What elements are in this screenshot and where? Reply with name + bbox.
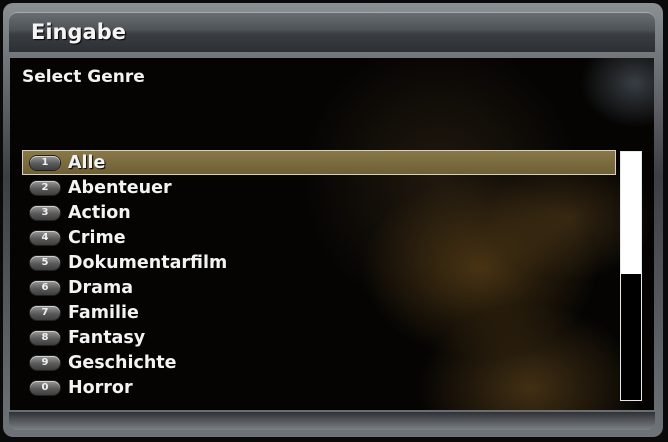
- list-item-label: Action: [68, 202, 131, 223]
- dialog-content: Select Genre 1 Alle 2 Abenteuer 3 Action 4 Crim…: [10, 58, 654, 410]
- list-item-label: Familie: [68, 302, 139, 323]
- number-key-badge: 0: [30, 380, 60, 395]
- list-item-label: Crime: [68, 227, 126, 248]
- number-key-badge: 6: [30, 280, 60, 295]
- number-key-badge: 9: [30, 355, 60, 370]
- list-item[interactable]: 7 Familie: [22, 300, 616, 325]
- list-item[interactable]: 5 Dokumentarfilm: [22, 250, 616, 275]
- input-dialog: Eingabe Select Genre 1 Alle 2 Abenteuer 3 Act…: [0, 0, 668, 442]
- list-item-label: Drama: [68, 277, 134, 298]
- scrollbar-thumb[interactable]: [621, 152, 641, 274]
- list-item[interactable]: 3 Action: [22, 200, 616, 225]
- list-item[interactable]: 8 Fantasy: [22, 325, 616, 350]
- number-key-badge: 8: [30, 330, 60, 345]
- background-image: [580, 58, 654, 128]
- list-item-label: Abenteuer: [68, 177, 172, 198]
- number-key-badge: 7: [30, 305, 60, 320]
- list-item-label: Alle: [68, 152, 106, 173]
- number-key-badge: 3: [30, 205, 60, 220]
- title-bar: Eingabe: [9, 12, 655, 52]
- list-item[interactable]: 9 Geschichte: [22, 350, 616, 375]
- list-item[interactable]: 0 Horror: [22, 375, 616, 400]
- number-key-badge: 4: [30, 230, 60, 245]
- number-key-badge: 5: [30, 255, 60, 270]
- scrollbar[interactable]: [620, 151, 642, 401]
- list-item-label: Dokumentarfilm: [68, 252, 228, 273]
- prompt-label: Select Genre: [22, 67, 145, 87]
- list-item[interactable]: 2 Abenteuer: [22, 175, 616, 200]
- number-key-badge: 2: [30, 180, 60, 195]
- dialog-title: Eingabe: [31, 20, 126, 44]
- genre-list[interactable]: 1 Alle 2 Abenteuer 3 Action 4 Crime 5 Dokumentarf…: [22, 150, 616, 400]
- list-item[interactable]: 6 Drama: [22, 275, 616, 300]
- list-item-label: Geschichte: [68, 352, 177, 373]
- list-item-label: Fantasy: [68, 327, 146, 348]
- list-item-label: Horror: [68, 377, 133, 398]
- bottom-bar: [9, 412, 655, 430]
- list-item[interactable]: 4 Crime: [22, 225, 616, 250]
- list-item[interactable]: 1 Alle: [22, 150, 616, 175]
- number-key-badge: 1: [30, 155, 60, 170]
